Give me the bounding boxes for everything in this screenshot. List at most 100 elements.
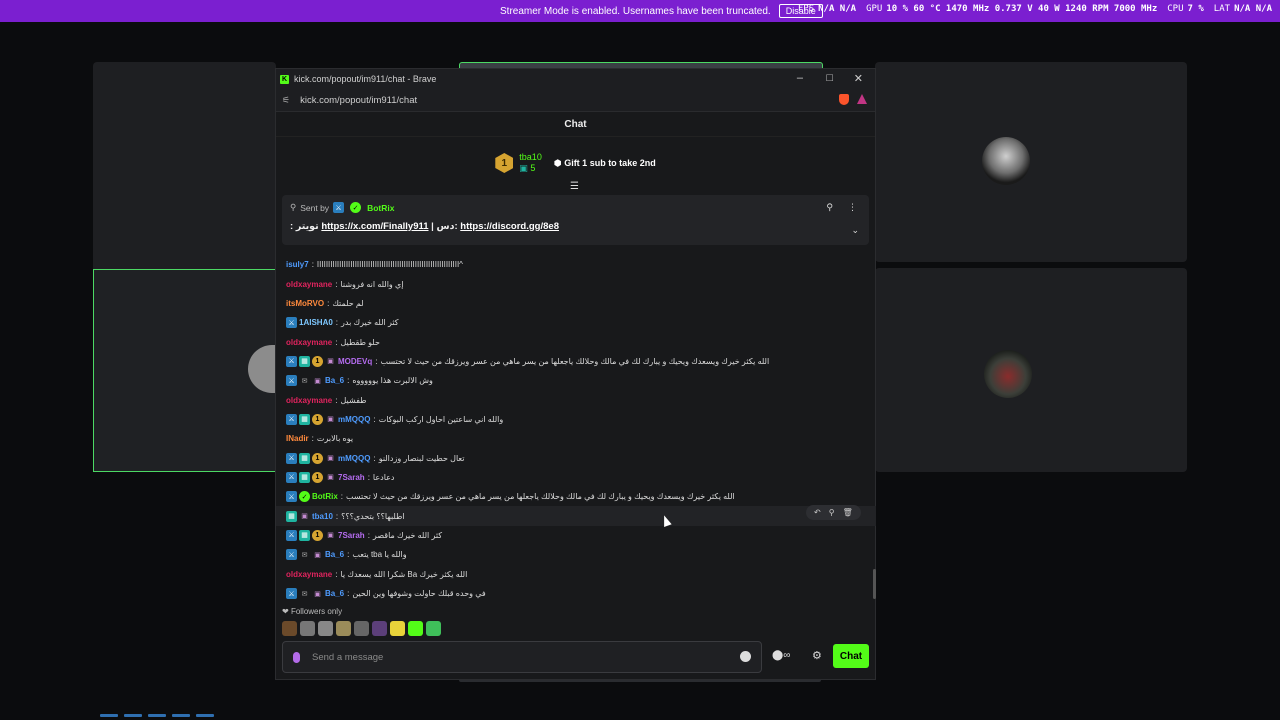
chat-message[interactable]: ⚔ ✉ ▣ Ba_6: في وحده قبلك حاولت وشوفها وين ال… [286, 584, 866, 603]
chat-text: كثر الله خيرك ماقصر [372, 530, 443, 540]
gift-leaderboard[interactable]: 1 tba10 ▣ 5 ⬢ Gift 1 sub to take 2nd ☰ [276, 137, 875, 192]
channel-points-icon[interactable]: ⬤∞ [772, 650, 790, 661]
emote-icon[interactable] [282, 621, 297, 636]
chat-username[interactable]: oldxaymane [286, 570, 332, 579]
scrollbar[interactable] [873, 569, 876, 599]
chat-username[interactable]: Ba_6 [325, 376, 344, 385]
chat-message[interactable]: INadir: يوه بالابرت [286, 429, 866, 448]
brave-rewards-icon[interactable] [857, 94, 867, 104]
pinned-username[interactable]: BotRix [367, 203, 394, 213]
chat-message[interactable]: isuly7: ^اااااااااااااااااااااااااااااااا… [286, 255, 866, 274]
more-options-icon[interactable]: ⋮ [848, 202, 857, 213]
chat-message[interactable]: ⚔ ▦ 1 ▣ 7Sarah: كثر الله خيرك ماقصر [286, 526, 866, 545]
brave-shields-icon[interactable] [839, 94, 849, 105]
subscriber-icon: ▣ [327, 474, 334, 482]
link-x[interactable]: https://x.com/Finally911 [321, 221, 428, 232]
chat-username[interactable]: oldxaymane [286, 280, 332, 289]
chat-text: وش الالبرت هذا يوووووه [352, 376, 433, 386]
window-title: kick.com/popout/im911/chat - Brave [294, 74, 437, 84]
chat-text: اطلبها؟؟ بتحدي؟؟؟ [341, 511, 405, 521]
emote-icon[interactable] [300, 621, 315, 636]
chat-username[interactable]: mMQQQ [338, 415, 370, 424]
chat-username[interactable]: 7Sarah [338, 531, 365, 540]
moderator-icon: ⚔ [286, 491, 297, 503]
emote-icon[interactable] [372, 621, 387, 636]
subscriber-icon: ▣ [327, 416, 334, 424]
chat-input-row: Send a message ⬤∞ ⚙ Chat [282, 641, 869, 673]
sent-by-label: Sent by [300, 202, 330, 213]
emote-icon[interactable] [408, 621, 423, 636]
expand-icon[interactable]: ☰ [570, 181, 579, 192]
chat-text: حلو طقطيل [340, 337, 380, 347]
delete-icon[interactable]: 🗑 [843, 508, 853, 517]
chat-username[interactable]: oldxaymane [286, 396, 332, 405]
chat-message[interactable]: oldxaymane: الله يكثر خيرك Ba شكرا الله ي… [286, 565, 866, 584]
chat-username[interactable]: MODEVq [338, 357, 372, 366]
unpin-icon[interactable]: ⚲ [826, 202, 833, 213]
verified-icon: ✓ [299, 491, 310, 503]
chat-message[interactable]: ⚔ ✉ ▣ Ba_6: وش الالبرت هذا يوووووه [286, 371, 866, 390]
emote-icon[interactable] [336, 621, 351, 636]
chat-text: يوه بالابرت [316, 434, 354, 444]
chat-message[interactable]: ⚔ ✉ ▣ Ba_6: والله يا tba يتعب [286, 545, 866, 564]
moderator-icon: ⚔ [333, 202, 345, 213]
microphone-icon[interactable] [293, 651, 300, 663]
chat-username[interactable]: 7Sarah [338, 473, 365, 482]
gift-icon: ✉ [301, 551, 308, 559]
chat-username[interactable]: itsMoRVO [286, 299, 324, 308]
reply-icon[interactable]: ↶ [814, 508, 821, 517]
chat-username[interactable]: isuly7 [286, 260, 309, 269]
chat-message[interactable]: ⚔ 1AISHA0: كثر الله خيرك بدر [286, 313, 866, 332]
chat-message[interactable]: ⚔ ▦ 1 ▣ mMQQQ: والله اني ساعتين احاول اركب ال… [286, 410, 866, 429]
site-settings-icon[interactable]: ⚟ [282, 95, 290, 106]
chat-message[interactable]: ⚔ ▦ 1 ▣ MODEVq: الله يكثر خيرك ويسعدك ويحيك و… [286, 352, 866, 371]
vip-icon: ▦ [299, 471, 310, 483]
gear-icon[interactable]: ⚙ [812, 649, 822, 662]
chat-message[interactable]: itsMoRVO: لم حلمتك [286, 294, 866, 313]
address-bar[interactable]: ⚟ kick.com/popout/im911/chat [276, 89, 875, 112]
maximize-button[interactable]: □ [826, 72, 833, 84]
message-actions: ↶ ⚲ 🗑 [806, 505, 861, 521]
chat-username[interactable]: oldxaymane [286, 338, 332, 347]
subscriber-icon: ▣ [314, 551, 321, 559]
pinned-body: : تويتر https://x.com/Finally911 | دس: h… [290, 221, 559, 232]
rank-badge: 1 [495, 153, 514, 173]
quick-emotes [282, 621, 441, 636]
subscriber-icon: ▣ [327, 455, 334, 463]
vip-icon: ▦ [286, 510, 297, 522]
moderator-icon: ⚔ [286, 375, 297, 387]
chat-text: ^ااااااااااااااااااااااااااااااااااااااا… [316, 260, 463, 270]
chat-username[interactable]: Ba_6 [325, 589, 344, 598]
chat-username[interactable]: Ba_6 [325, 550, 344, 559]
chat-username[interactable]: mMQQQ [338, 454, 370, 463]
send-chat-button[interactable]: Chat [833, 644, 869, 668]
moderator-icon: ⚔ [286, 549, 297, 561]
emote-icon[interactable] [390, 621, 405, 636]
chat-message[interactable]: ⚔ ▦ 1 ▣ mMQQQ: تعال حطيت لبنصار وزدالنو [286, 448, 866, 467]
chat-message[interactable]: oldxaymane: حلو طقطيل [286, 332, 866, 351]
link-discord[interactable]: https://discord.gg/8e8 [460, 221, 559, 232]
chat-username[interactable]: tba10 [312, 512, 333, 521]
emote-icon[interactable] [318, 621, 333, 636]
chat-message[interactable]: oldxaymane: إي والله انه فروشنا [286, 274, 866, 293]
chat-message[interactable]: oldxaymane: طفشيل [286, 390, 866, 409]
url-text[interactable]: kick.com/popout/im911/chat [300, 95, 417, 106]
avatar [984, 350, 1032, 398]
chevron-down-icon[interactable]: ⌄ [851, 225, 859, 236]
emoji-icon[interactable] [740, 651, 751, 662]
taskbar-indicators [100, 714, 214, 717]
chat-username[interactable]: BotRix [312, 492, 338, 501]
close-button[interactable]: ✕ [854, 72, 863, 85]
emote-icon[interactable] [354, 621, 369, 636]
chat-username[interactable]: INadir [286, 434, 309, 443]
streamer-mode-notice: Streamer Mode is enabled. Usernames have… [500, 4, 823, 18]
chat-message[interactable]: ⚔ ▦ 1 ▣ 7Sarah: دعادعا [286, 468, 866, 487]
pin-icon[interactable]: ⚲ [829, 508, 835, 517]
chat-message[interactable]: ▦ ▣ tba10: اطلبها؟؟ بتحدي؟؟؟ ↶ ⚲ 🗑 [276, 505, 876, 526]
message-input[interactable]: Send a message [282, 641, 762, 673]
chat-message[interactable]: ⚔ ✓ BotRix: الله يكثر خيرك ويسعدك ويحيك و ي… [286, 487, 866, 506]
gift-prompt: ⬢ Gift 1 sub to take 2nd [553, 157, 656, 168]
emote-icon[interactable] [426, 621, 441, 636]
minimize-button[interactable]: – [797, 72, 803, 84]
chat-username[interactable]: 1AISHA0 [299, 318, 333, 327]
